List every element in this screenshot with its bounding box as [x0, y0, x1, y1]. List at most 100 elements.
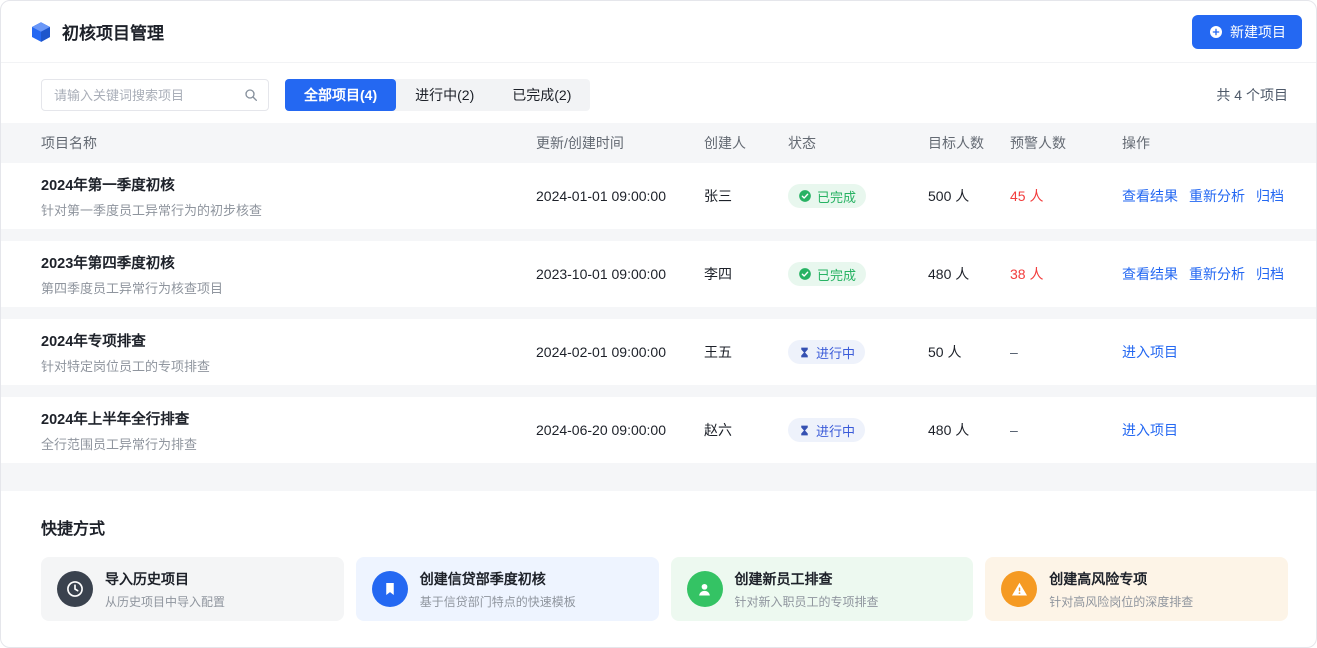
project-name: 2024年第一季度初核 [41, 174, 536, 195]
action-archive[interactable]: 归档 [1256, 186, 1284, 206]
project-creator: 张三 [704, 186, 788, 206]
shortcuts-section: 快捷方式 导入历史项目 从历史项目中导入配置 [1, 491, 1316, 621]
shortcut-description: 针对新入职员工的专项排查 [735, 593, 879, 610]
status-cell: 已完成 [788, 262, 928, 286]
project-time: 2024-01-01 09:00:00 [536, 188, 704, 204]
column-header-target: 目标人数 [928, 133, 1010, 153]
project-name: 2024年上半年全行排查 [41, 408, 536, 429]
target-count: 480 人 [928, 264, 1010, 284]
status-cell: 进行中 [788, 418, 928, 442]
tab-in-progress[interactable]: 进行中(2) [396, 79, 493, 111]
table-row: 2024年上半年全行排查 全行范围员工异常行为排查 2024-06-20 09:… [1, 397, 1316, 463]
column-header-time: 更新/创建时间 [536, 133, 704, 153]
check-circle-icon [798, 189, 812, 203]
project-name-cell: 2024年专项排查 针对特定岗位员工的专项排查 [41, 330, 536, 375]
column-header-name: 项目名称 [41, 133, 536, 153]
shortcut-card-credit-quarterly[interactable]: 创建信贷部季度初核 基于信贷部门特点的快速模板 [356, 557, 659, 621]
status-badge: 进行中 [788, 418, 865, 442]
action-view-results[interactable]: 查看结果 [1122, 264, 1178, 284]
action-enter-project[interactable]: 进入项目 [1122, 420, 1178, 440]
actions-cell: 查看结果 重新分析 归档 [1122, 186, 1288, 206]
project-name: 2023年第四季度初核 [41, 252, 536, 273]
project-count: 共 4 个项目 [1216, 85, 1288, 105]
project-creator: 李四 [704, 264, 788, 284]
status-badge: 已完成 [788, 262, 866, 286]
tab-completed[interactable]: 已完成(2) [493, 79, 590, 111]
shortcut-text: 导入历史项目 从历史项目中导入配置 [105, 569, 225, 610]
actions-cell: 查看结果 重新分析 归档 [1122, 264, 1288, 284]
project-time: 2024-02-01 09:00:00 [536, 344, 704, 360]
shortcut-card-high-risk[interactable]: 创建高风险专项 针对高风险岗位的深度排查 [985, 557, 1288, 621]
search-icon[interactable] [243, 87, 259, 103]
shortcut-description: 从历史项目中导入配置 [105, 593, 225, 610]
project-description: 全行范围员工异常行为排查 [41, 434, 536, 453]
warning-count: – [1010, 422, 1122, 438]
clock-icon [65, 579, 85, 599]
check-circle-icon [798, 267, 812, 281]
table-header-row: 项目名称 更新/创建时间 创建人 状态 目标人数 预警人数 操作 [1, 123, 1316, 163]
search-input[interactable] [41, 79, 269, 111]
status-cell: 进行中 [788, 340, 928, 364]
warning-count: – [1010, 344, 1122, 360]
shortcut-cards: 导入历史项目 从历史项目中导入配置 创建信贷部季度初核 基于信贷部门特点的快速模… [41, 557, 1288, 621]
search-box [41, 79, 269, 111]
hourglass-icon [798, 346, 811, 359]
bookmark-icon [381, 580, 399, 598]
project-name-cell: 2024年上半年全行排查 全行范围员工异常行为排查 [41, 408, 536, 453]
column-header-warning: 预警人数 [1010, 133, 1122, 153]
project-creator: 王五 [704, 342, 788, 362]
project-time: 2024-06-20 09:00:00 [536, 422, 704, 438]
target-count: 480 人 [928, 420, 1010, 440]
target-count: 500 人 [928, 186, 1010, 206]
column-header-creator: 创建人 [704, 133, 788, 153]
project-creator: 赵六 [704, 420, 788, 440]
new-project-button[interactable]: 新建项目 [1192, 15, 1302, 49]
status-label: 进行中 [816, 343, 855, 362]
project-name-cell: 2023年第四季度初核 第四季度员工异常行为核查项目 [41, 252, 536, 297]
preliminary-project-management-page: 初核项目管理 新建项目 全部项目(4) 进行中(2) 已完成(2) 共 4 个项… [0, 0, 1317, 648]
actions-cell: 进入项目 [1122, 420, 1288, 440]
clock-icon [57, 571, 93, 607]
status-label: 进行中 [816, 421, 855, 440]
table-row: 2023年第四季度初核 第四季度员工异常行为核查项目 2023-10-01 09… [1, 241, 1316, 307]
status-label: 已完成 [817, 265, 856, 284]
table-row: 2024年第一季度初核 针对第一季度员工异常行为的初步核查 2024-01-01… [1, 163, 1316, 229]
row-divider [1, 229, 1316, 241]
shortcut-title: 创建高风险专项 [1049, 569, 1193, 589]
warning-count: 38 人 [1010, 264, 1122, 284]
warning-count: 45 人 [1010, 186, 1122, 206]
row-divider [1, 385, 1316, 397]
action-archive[interactable]: 归档 [1256, 264, 1284, 284]
page-header: 初核项目管理 新建项目 [1, 1, 1316, 63]
hourglass-icon [798, 424, 811, 437]
warning-icon [1001, 571, 1037, 607]
shortcut-card-new-employee[interactable]: 创建新员工排查 针对新入职员工的专项排查 [671, 557, 974, 621]
new-project-button-label: 新建项目 [1230, 22, 1286, 42]
target-count: 50 人 [928, 342, 1010, 362]
project-name: 2024年专项排查 [41, 330, 536, 351]
status-label: 已完成 [817, 187, 856, 206]
cube-icon [29, 20, 53, 44]
user-icon [695, 580, 714, 599]
project-filter-tabs: 全部项目(4) 进行中(2) 已完成(2) [285, 79, 590, 111]
project-name-cell: 2024年第一季度初核 针对第一季度员工异常行为的初步核查 [41, 174, 536, 219]
shortcut-description: 针对高风险岗位的深度排查 [1049, 593, 1193, 610]
action-reanalyze[interactable]: 重新分析 [1189, 186, 1245, 206]
warning-triangle-icon [1010, 580, 1029, 599]
projects-table: 项目名称 更新/创建时间 创建人 状态 目标人数 预警人数 操作 2024年第一… [1, 123, 1316, 463]
tab-all-projects[interactable]: 全部项目(4) [285, 79, 396, 111]
app-logo-cube-icon [29, 20, 53, 44]
action-view-results[interactable]: 查看结果 [1122, 186, 1178, 206]
row-divider [1, 307, 1316, 319]
project-time: 2023-10-01 09:00:00 [536, 266, 704, 282]
page-title: 初核项目管理 [62, 19, 164, 44]
action-enter-project[interactable]: 进入项目 [1122, 342, 1178, 362]
section-divider [1, 463, 1316, 491]
table-row: 2024年专项排查 针对特定岗位员工的专项排查 2024-02-01 09:00… [1, 319, 1316, 385]
plus-circle-icon [1208, 24, 1224, 40]
shortcut-title: 创建新员工排查 [735, 569, 879, 589]
action-reanalyze[interactable]: 重新分析 [1189, 264, 1245, 284]
status-cell: 已完成 [788, 184, 928, 208]
toolbar: 全部项目(4) 进行中(2) 已完成(2) 共 4 个项目 [1, 63, 1316, 123]
shortcut-card-import-history[interactable]: 导入历史项目 从历史项目中导入配置 [41, 557, 344, 621]
